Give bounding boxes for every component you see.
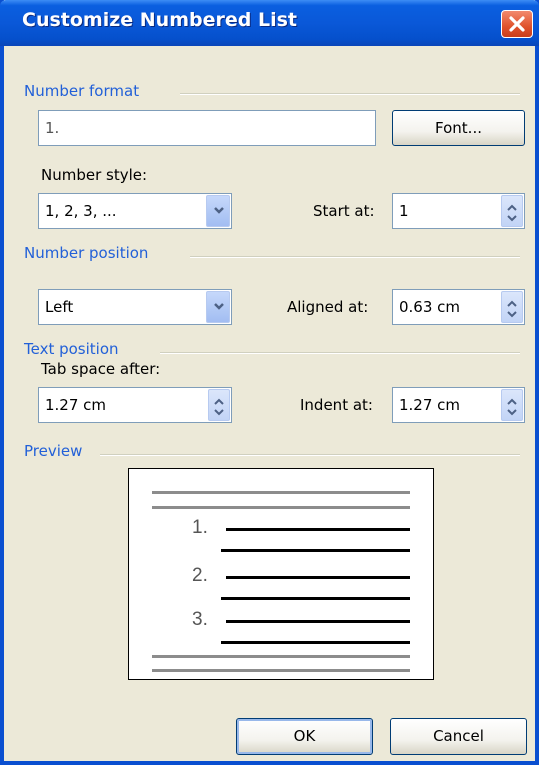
aligned-at-label: Aligned at:	[287, 298, 369, 316]
tab-space-after-value: 1.27 cm	[45, 396, 107, 414]
close-icon	[509, 16, 525, 32]
title-bar[interactable]: Customize Numbered List	[0, 0, 539, 46]
start-at-label: Start at:	[313, 202, 375, 220]
number-style-value: 1, 2, 3, ...	[45, 202, 117, 220]
indent-at-value: 1.27 cm	[399, 396, 461, 414]
font-button[interactable]: Font...	[392, 110, 525, 146]
aligned-at-spinner[interactable]: 0.63 cm	[392, 289, 525, 325]
spin-up-down-icon	[507, 204, 517, 222]
preview-gray-line	[152, 506, 410, 509]
preview-text-line	[226, 528, 410, 531]
aligned-at-spin-buttons[interactable]	[501, 291, 523, 323]
preview-text-line	[221, 549, 410, 552]
spin-up-down-icon	[507, 398, 517, 416]
number-style-label: Number style:	[41, 166, 148, 184]
preview-pane: 1. 2. 3.	[128, 468, 434, 680]
preview-number: 2.	[192, 565, 208, 586]
number-format-input[interactable]: 1.	[38, 110, 376, 146]
indent-at-spinner[interactable]: 1.27 cm	[392, 387, 525, 423]
preview-number: 3.	[192, 609, 208, 630]
preview-group-label: Preview	[24, 442, 83, 460]
ok-button-label: OK	[293, 727, 316, 745]
number-style-dropdown-button[interactable]	[206, 195, 230, 227]
close-button[interactable]	[501, 10, 533, 38]
preview-number: 1.	[192, 517, 208, 538]
aligned-at-value: 0.63 cm	[399, 298, 461, 316]
window-title: Customize Numbered List	[22, 9, 297, 31]
spin-up-down-icon	[507, 300, 517, 318]
preview-text-line	[221, 641, 410, 644]
preview-text-line	[226, 620, 410, 623]
font-button-label: Font...	[435, 119, 482, 137]
spin-up-down-icon	[214, 398, 224, 416]
number-format-value: 1.	[45, 119, 60, 137]
text-position-divider	[160, 352, 520, 354]
number-format-divider	[180, 93, 520, 95]
chevron-down-icon	[214, 207, 224, 214]
start-at-spinner[interactable]: 1	[392, 193, 525, 229]
preview-divider	[100, 454, 520, 456]
number-style-select[interactable]: 1, 2, 3, ...	[38, 193, 232, 229]
tab-space-after-spin-buttons[interactable]	[208, 389, 230, 421]
number-position-divider	[190, 256, 520, 258]
indent-at-label: Indent at:	[300, 396, 373, 414]
number-format-group-label: Number format	[24, 82, 140, 100]
preview-gray-line	[152, 655, 410, 658]
cancel-button[interactable]: Cancel	[390, 718, 527, 755]
tab-space-after-label: Tab space after:	[41, 360, 161, 378]
start-at-spin-buttons[interactable]	[501, 195, 523, 227]
preview-text-line	[226, 576, 410, 579]
cancel-button-label: Cancel	[433, 727, 484, 745]
number-alignment-value: Left	[45, 298, 74, 316]
tab-space-after-spinner[interactable]: 1.27 cm	[38, 387, 232, 423]
number-alignment-select[interactable]: Left	[38, 289, 232, 325]
preview-gray-line	[152, 669, 410, 672]
ok-button[interactable]: OK	[236, 718, 373, 755]
indent-at-spin-buttons[interactable]	[501, 389, 523, 421]
preview-text-line	[221, 597, 410, 600]
number-position-group-label: Number position	[24, 244, 149, 262]
start-at-value: 1	[399, 202, 409, 220]
text-position-group-label: Text position	[24, 340, 119, 358]
number-alignment-dropdown-button[interactable]	[206, 291, 230, 323]
preview-gray-line	[152, 491, 410, 494]
chevron-down-icon	[214, 303, 224, 310]
